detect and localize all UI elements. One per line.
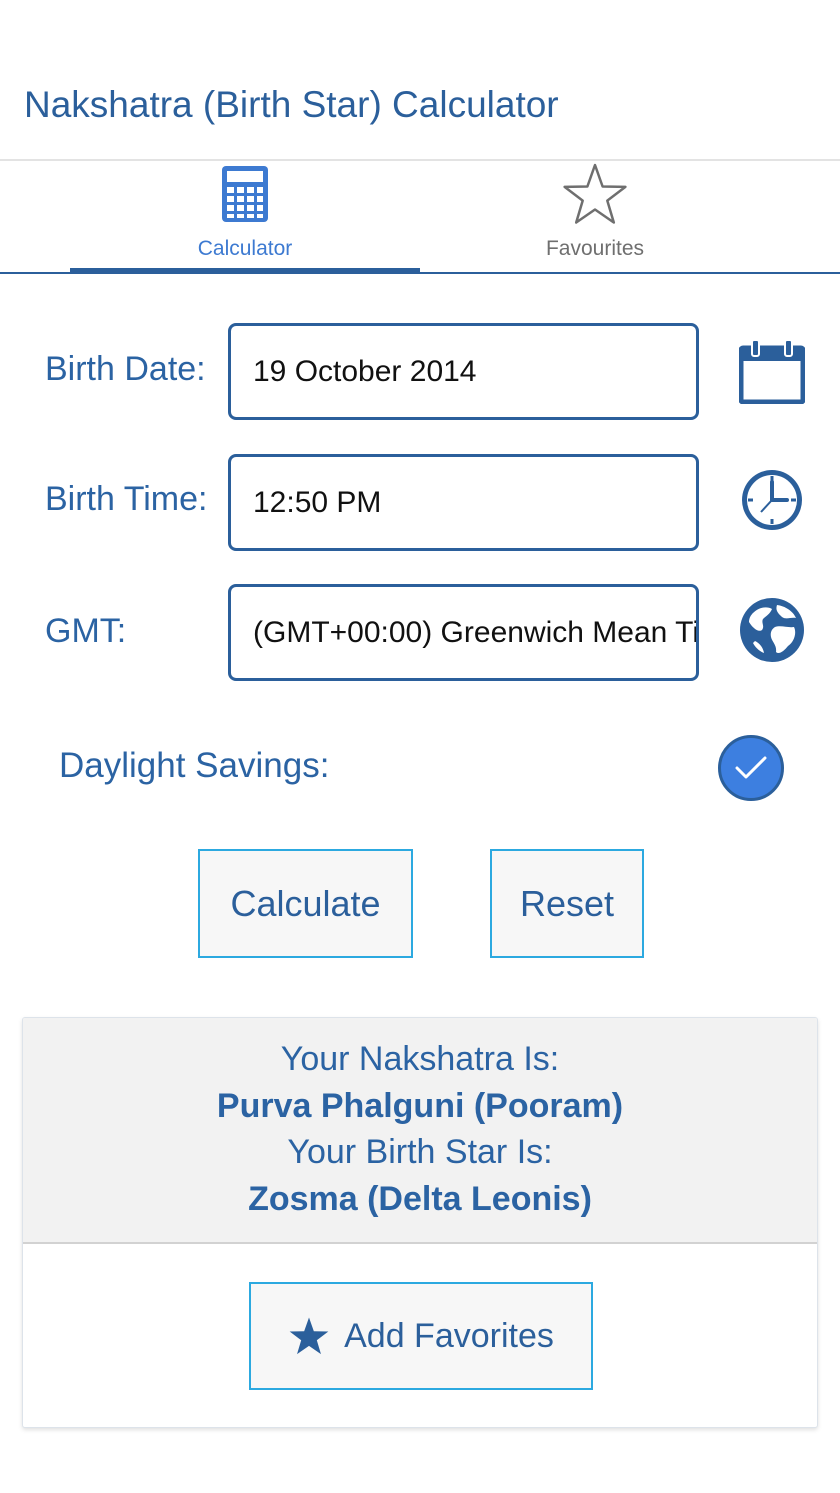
calculator-icon: [222, 165, 268, 223]
gmt-label: GMT:: [45, 612, 127, 650]
birth-date-label: Birth Date:: [45, 350, 206, 388]
birth-time-field[interactable]: 12:50 PM: [228, 454, 699, 551]
calculate-button[interactable]: Calculate: [198, 849, 413, 958]
nakshatra-value: Purva Phalguni (Pooram): [216, 1086, 624, 1125]
birth-time-label: Birth Time:: [45, 480, 208, 518]
star-icon: [289, 1317, 329, 1355]
active-tab-indicator: [70, 268, 420, 273]
checkmark-icon: [735, 756, 767, 779]
birth-star-label: Your Birth Star Is:: [287, 1133, 553, 1171]
reset-button[interactable]: Reset: [490, 849, 644, 958]
tab-calculator-label: Calculator: [197, 237, 293, 260]
tab-favourites[interactable]: Favourites: [420, 161, 770, 274]
result-panel: Your Nakshatra Is: Purva Phalguni (Poora…: [23, 1018, 817, 1242]
gmt-field[interactable]: (GMT+00:00) Greenwich Mean Time: [228, 584, 699, 681]
star-outline-icon: [562, 163, 628, 224]
nakshatra-label: Your Nakshatra Is:: [280, 1040, 560, 1078]
tab-calculator[interactable]: Calculator: [70, 161, 420, 274]
birth-date-value: 19 October 2014: [253, 354, 477, 388]
result-card: Your Nakshatra Is: Purva Phalguni (Poora…: [22, 1017, 818, 1428]
tab-favourites-label: Favourites: [545, 237, 645, 260]
app-title: Nakshatra (Birth Star) Calculator: [24, 84, 559, 125]
calendar-icon[interactable]: [738, 338, 806, 406]
clock-icon[interactable]: [738, 466, 806, 534]
birth-date-field[interactable]: 19 October 2014: [228, 323, 699, 420]
tab-bar: Calculator Favourites: [0, 161, 840, 274]
daylight-savings-checkbox[interactable]: [718, 735, 784, 801]
result-divider: [23, 1242, 817, 1244]
birth-time-value: 12:50 PM: [253, 485, 382, 519]
daylight-savings-label: Daylight Savings:: [59, 746, 330, 785]
birth-star-value: Zosma (Delta Leonis): [248, 1179, 592, 1218]
gmt-value: (GMT+00:00) Greenwich Mean Time: [253, 615, 699, 649]
add-favorites-button[interactable]: Add Favorites: [249, 1282, 593, 1390]
add-favorites-label: Add Favorites: [344, 1316, 554, 1355]
globe-icon[interactable]: [738, 596, 806, 664]
